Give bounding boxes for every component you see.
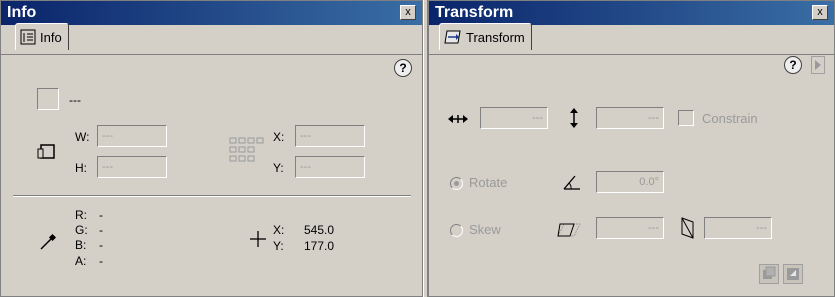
tab-transform-label: Transform bbox=[466, 29, 525, 45]
cursor-y-value: 177.0 bbox=[304, 239, 335, 253]
info-help-button[interactable]: ? bbox=[394, 59, 412, 77]
h-field[interactable]: --- bbox=[97, 156, 167, 178]
b-label: B: bbox=[75, 238, 87, 252]
skew-horizontal-field[interactable]: --- bbox=[596, 217, 664, 239]
width-arrows-icon bbox=[448, 115, 468, 123]
transform-tab-icon bbox=[444, 30, 461, 44]
constrain-label: Constrain bbox=[702, 111, 758, 126]
h-label: H: bbox=[75, 161, 87, 175]
a-value: - bbox=[99, 254, 103, 268]
tab-info-label: Info bbox=[40, 29, 62, 45]
g-value: - bbox=[99, 223, 103, 237]
a-label: A: bbox=[75, 254, 87, 268]
info-panel: Info x Info ? --- W: --- H: --- X: --- Y… bbox=[0, 0, 423, 297]
panel-menu-arrow-icon[interactable] bbox=[811, 56, 825, 74]
registration-grid-icon bbox=[229, 137, 264, 162]
info-separator bbox=[13, 195, 411, 197]
fill-color-value: --- bbox=[69, 93, 81, 107]
skew-vertical-field[interactable]: --- bbox=[704, 217, 772, 239]
constrain-checkbox[interactable] bbox=[678, 110, 694, 126]
transform-help-button[interactable]: ? bbox=[784, 56, 802, 74]
transform-close-button[interactable]: x bbox=[812, 5, 828, 20]
size-icon bbox=[37, 144, 55, 159]
height-arrows-icon bbox=[570, 108, 578, 128]
info-tab-icon bbox=[20, 29, 36, 45]
skew-vertical-icon bbox=[681, 217, 694, 239]
info-titlebar[interactable]: Info x bbox=[1, 1, 422, 25]
rotate-angle-icon bbox=[563, 175, 580, 190]
rotate-label: Rotate bbox=[469, 175, 508, 190]
skew-label: Skew bbox=[469, 222, 501, 237]
fill-color-swatch bbox=[37, 88, 59, 110]
reset-transform-icon[interactable] bbox=[783, 264, 803, 284]
cursor-y-label: Y: bbox=[273, 239, 284, 253]
y-field[interactable]: --- bbox=[295, 156, 365, 178]
x-field[interactable]: --- bbox=[295, 125, 365, 147]
skew-horizontal-icon bbox=[557, 223, 581, 237]
eyedropper-icon bbox=[40, 233, 57, 250]
y-label: Y: bbox=[273, 161, 284, 175]
tab-transform[interactable]: Transform bbox=[439, 23, 532, 50]
rotate-radio[interactable] bbox=[450, 177, 463, 190]
transform-panel: Transform x Transform ? --- --- Constrai… bbox=[428, 0, 835, 297]
rotate-field[interactable]: 0.0° bbox=[596, 171, 664, 193]
skew-radio[interactable] bbox=[450, 224, 463, 237]
info-title: Info bbox=[7, 4, 37, 21]
copy-and-apply-icon[interactable] bbox=[759, 264, 779, 284]
w-field[interactable]: --- bbox=[97, 125, 167, 147]
scale-height-field[interactable]: --- bbox=[596, 107, 664, 129]
x-label: X: bbox=[273, 130, 285, 144]
r-label: R: bbox=[75, 208, 87, 222]
w-label: W: bbox=[75, 130, 90, 144]
tab-info[interactable]: Info bbox=[15, 23, 69, 50]
b-value: - bbox=[99, 238, 103, 252]
scale-width-field[interactable]: --- bbox=[480, 107, 548, 129]
transform-titlebar[interactable]: Transform x bbox=[429, 1, 834, 25]
transform-title: Transform bbox=[435, 4, 514, 21]
crosshair-icon bbox=[250, 231, 266, 247]
g-label: G: bbox=[75, 223, 88, 237]
r-value: - bbox=[99, 208, 103, 222]
cursor-x-value: 545.0 bbox=[304, 223, 335, 237]
cursor-x-label: X: bbox=[273, 223, 285, 237]
info-close-button[interactable]: x bbox=[400, 5, 416, 20]
